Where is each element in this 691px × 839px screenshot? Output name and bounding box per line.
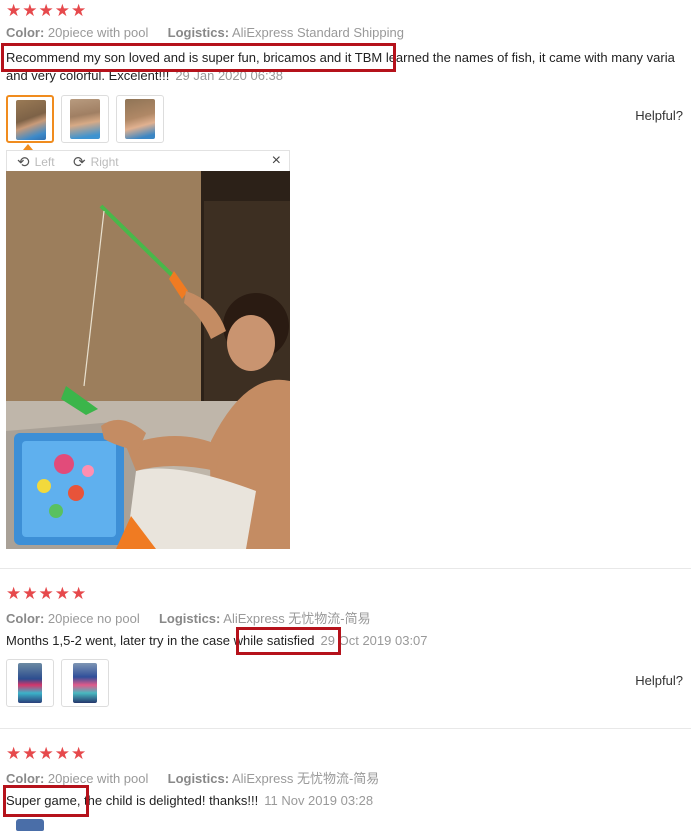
review-divider xyxy=(0,728,691,729)
review-photo-thumb-1[interactable] xyxy=(16,819,44,839)
review-date: 29 Oct 2019 03:07 xyxy=(320,633,428,648)
review-photo-thumb-2[interactable] xyxy=(61,659,109,707)
rating-stars: ★★★★★ xyxy=(6,584,88,603)
review-date: 11 Nov 2019 03:28 xyxy=(264,793,374,808)
logistics-value: AliExpress 无忧物流-简易 xyxy=(231,771,380,786)
rating-stars: ★★★★★ xyxy=(6,1,88,20)
helpful-button[interactable]: Helpful? xyxy=(635,108,683,123)
review-photo-thumb-3[interactable] xyxy=(116,95,164,143)
review-photo-thumb-2[interactable] xyxy=(61,95,109,143)
review-text-body: Months 1,5-2 went, later try in the case… xyxy=(6,633,315,648)
rating-stars: ★★★★★ xyxy=(6,744,88,763)
review-text: Months 1,5-2 went, later try in the case… xyxy=(6,633,428,648)
color-value: 20piece no pool xyxy=(47,611,140,626)
logistics-value: AliExpress Standard Shipping xyxy=(231,25,404,40)
helpful-button[interactable]: Helpful? xyxy=(635,673,683,688)
thumb-image xyxy=(18,663,42,703)
review-sku-meta: Color: 20piece no pool Logistics: AliExp… xyxy=(6,608,371,627)
review-text-tail: and very colorful. Excelent!!! xyxy=(6,68,170,83)
logistics-label: Logistics: xyxy=(167,771,230,786)
thumb-image xyxy=(16,819,44,831)
review-divider xyxy=(0,568,691,569)
thumb-image xyxy=(125,99,155,139)
thumb-image xyxy=(73,663,97,703)
image-viewer-toolbar: ⟲ Left ⟳ Right × xyxy=(6,150,290,172)
close-icon[interactable]: × xyxy=(272,152,281,170)
color-label: Color: xyxy=(6,25,45,40)
review-date: 29 Jan 2020 06:38 xyxy=(175,68,284,83)
rotate-left-button[interactable]: ⟲ Left xyxy=(17,153,55,171)
review-text: Super game, the child is delighted! than… xyxy=(6,793,373,808)
rotate-left-label: Left xyxy=(34,155,55,169)
logistics-value: AliExpress 无忧物流-简易 xyxy=(223,611,371,626)
thumb-image xyxy=(70,99,100,139)
review-photo-thumb-1[interactable] xyxy=(6,95,54,143)
review-sku-meta: Color: 20piece with pool Logistics: AliE… xyxy=(6,25,404,40)
review-photo-large xyxy=(6,171,290,549)
color-value: 20piece with pool xyxy=(47,25,149,40)
logistics-label: Logistics: xyxy=(158,611,221,626)
thumb-image xyxy=(16,100,46,140)
review-text-body: Super game, the child is delighted! than… xyxy=(6,793,259,808)
review-text-line-2: and very colorful. Excelent!!! 29 Jan 202… xyxy=(6,68,283,83)
review-sku-meta: Color: 20piece with pool Logistics: AliE… xyxy=(6,768,379,787)
rotate-left-icon: ⟲ xyxy=(17,154,30,171)
rotate-right-button[interactable]: ⟳ Right xyxy=(73,153,119,171)
review-photo-illustration xyxy=(6,171,290,549)
color-label: Color: xyxy=(6,611,45,626)
color-value: 20piece with pool xyxy=(47,771,149,786)
review-text-line-1: Recommend my son loved and is super fun,… xyxy=(6,50,675,65)
rotate-right-label: Right xyxy=(90,155,119,169)
color-label: Color: xyxy=(6,771,45,786)
review-photo-thumb-1[interactable] xyxy=(6,659,54,707)
logistics-label: Logistics: xyxy=(167,25,230,40)
rotate-right-icon: ⟳ xyxy=(73,154,86,171)
